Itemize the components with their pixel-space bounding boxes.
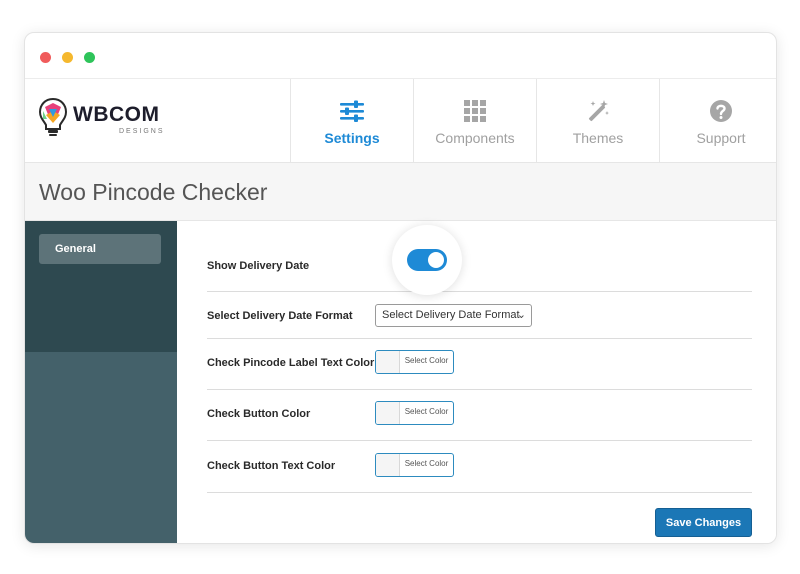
- title-bar: [25, 33, 776, 79]
- label-text-color-label: Check Pincode Label Text Color: [207, 357, 375, 369]
- tab-settings-label: Settings: [324, 130, 380, 146]
- color-swatch: [376, 402, 400, 424]
- color-swatch: [376, 454, 400, 476]
- setting-row-button-text-color: Check Button Text Color Select Color: [207, 441, 752, 493]
- sliders-icon: [340, 100, 364, 122]
- color-swatch: [376, 351, 400, 373]
- magic-wand-icon: [588, 100, 609, 122]
- select-color-text: Select Color: [404, 356, 449, 365]
- help-icon: [710, 100, 732, 122]
- grid-icon: [464, 100, 486, 122]
- settings-panel: Show Delivery Date Select Delivery Date …: [177, 221, 776, 543]
- delivery-date-format-label: Select Delivery Date Format: [207, 310, 353, 322]
- page-title: Woo Pincode Checker: [39, 179, 268, 205]
- setting-row-delivery-date-format: Select Delivery Date Format Select Deliv…: [207, 292, 752, 339]
- tab-themes[interactable]: Themes: [536, 79, 659, 163]
- tab-settings[interactable]: Settings: [290, 79, 413, 163]
- toggle-knob: [428, 252, 444, 268]
- close-window-button[interactable]: [40, 52, 51, 63]
- button-text-color-picker[interactable]: Select Color: [375, 453, 454, 477]
- select-color-text: Select Color: [404, 407, 449, 416]
- logo-subtitle: DESIGNS: [119, 128, 165, 135]
- sidebar-menu: General: [25, 221, 177, 352]
- setting-row-button-color: Check Button Color Select Color: [207, 390, 752, 441]
- button-text-color-label: Check Button Text Color: [207, 460, 336, 472]
- sidebar-item-general[interactable]: General: [39, 234, 161, 264]
- app-window: WBCOM DESIGNS Settings Components Themes…: [24, 32, 777, 544]
- save-changes-button[interactable]: Save Changes: [655, 508, 752, 537]
- top-navigation: WBCOM DESIGNS Settings Components Themes…: [25, 79, 776, 163]
- setting-row-show-delivery-date: Show Delivery Date: [207, 221, 752, 295]
- tab-support[interactable]: Support: [659, 79, 776, 163]
- tab-support-label: Support: [696, 130, 746, 146]
- setting-row-label-text-color: Check Pincode Label Text Color Select Co…: [207, 339, 752, 390]
- tab-themes-label: Themes: [572, 130, 624, 146]
- maximize-window-button[interactable]: [84, 52, 95, 63]
- tab-components[interactable]: Components: [413, 79, 536, 163]
- page-header: Woo Pincode Checker: [25, 163, 776, 221]
- show-delivery-date-toggle[interactable]: [407, 249, 447, 271]
- label-text-color-picker[interactable]: Select Color: [375, 350, 454, 374]
- tab-components-label: Components: [435, 130, 515, 146]
- wbcom-logo[interactable]: WBCOM DESIGNS: [37, 97, 177, 141]
- minimize-window-button[interactable]: [62, 52, 73, 63]
- chevron-down-icon: ⌄: [516, 309, 526, 321]
- select-color-text: Select Color: [404, 459, 449, 468]
- logo-name: WBCOM: [73, 103, 160, 126]
- delivery-date-format-value: Select Delivery Date Format: [382, 309, 520, 321]
- lightbulb-logo-icon: [38, 97, 68, 136]
- button-color-label: Check Button Color: [207, 408, 311, 420]
- sidebar: General: [25, 221, 177, 543]
- toggle-focus-halo: [392, 225, 462, 295]
- delivery-date-format-select[interactable]: Select Delivery Date Format ⌄: [375, 304, 532, 327]
- show-delivery-date-label: Show Delivery Date: [207, 260, 310, 272]
- button-color-picker[interactable]: Select Color: [375, 401, 454, 425]
